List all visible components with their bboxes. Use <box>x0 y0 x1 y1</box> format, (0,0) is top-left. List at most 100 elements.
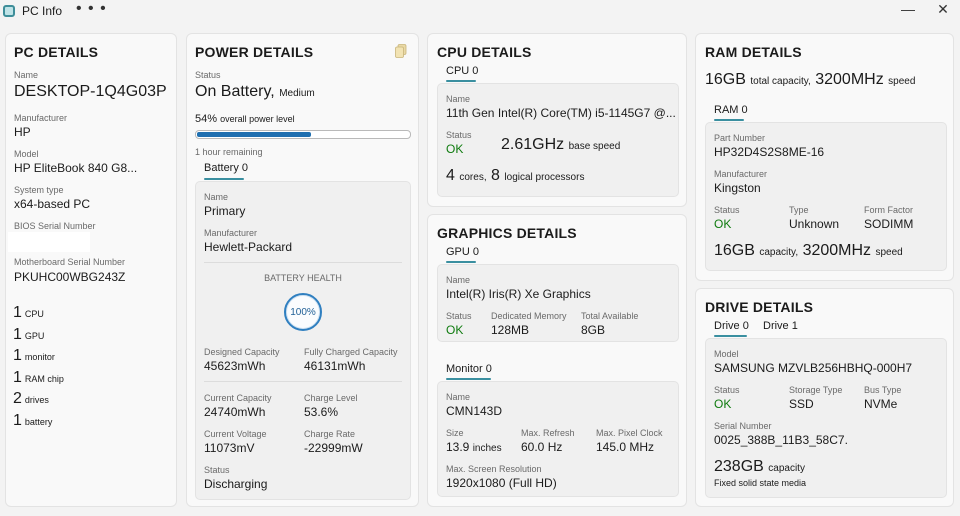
graphics-details-panel: GRAPHICS DETAILS GPU 0 Name Intel(R) Iri… <box>427 214 687 507</box>
count-gpu: 1 GPU <box>13 326 45 343</box>
monitor-resolution-label: Max. Screen Resolution <box>446 464 542 474</box>
monitor-name-value: CMN143D <box>446 404 503 418</box>
monitor-card: Name CMN143D Size 13.9 inches Max. Refre… <box>437 381 679 497</box>
cpu-cores: 4 cores, 8 logical processors <box>446 167 585 184</box>
app-title: PC Info <box>22 4 63 18</box>
drive-serial-value: 0025_388B_11B3_58C7. <box>714 433 848 447</box>
tab-ram-0-indicator <box>714 119 744 121</box>
gpu-name-label: Name <box>446 275 471 285</box>
power-details-title: POWER DETAILS <box>195 44 314 60</box>
battery-manufacturer-label: Manufacturer <box>204 228 258 238</box>
tab-monitor-0-indicator <box>446 378 491 380</box>
tab-drive-0-indicator <box>714 335 747 337</box>
power-progress-fill <box>197 132 311 137</box>
tab-cpu-0[interactable]: CPU 0 <box>446 65 478 77</box>
ram-form-label: Form Factor <box>864 205 914 215</box>
current-capacity-label: Current Capacity <box>204 393 272 403</box>
current-voltage-label: Current Voltage <box>204 429 267 439</box>
tab-drive-1[interactable]: Drive 1 <box>763 320 798 332</box>
power-percent: 54% overall power level <box>195 113 295 125</box>
copy-icon[interactable] <box>395 44 407 58</box>
pc-manufacturer-label: Manufacturer <box>14 113 68 123</box>
charge-level-label: Charge Level <box>304 393 358 403</box>
drive-storage-value: SSD <box>789 397 814 411</box>
cpu-details-title: CPU DETAILS <box>437 44 532 60</box>
ram-form-value: SODIMM <box>864 217 914 231</box>
tab-drive-0[interactable]: Drive 0 <box>714 320 749 332</box>
motherboard-serial-value: PKUHC00WBG243Z <box>14 270 126 284</box>
cpu-card: Name 11th Gen Intel(R) Core(TM) i5-1145G… <box>437 83 679 197</box>
drive-capacity: 238GB capacity <box>714 458 805 475</box>
pc-name-label: Name <box>14 70 39 80</box>
designed-capacity-label: Designed Capacity <box>204 347 280 357</box>
drive-bus-label: Bus Type <box>864 385 902 395</box>
ram-part-value: HP32D4S2S8ME-16 <box>714 145 825 159</box>
ram-chip-summary: 16GB capacity, 3200MHz speed <box>714 242 903 259</box>
pc-manufacturer-value: HP <box>14 125 31 139</box>
motherboard-serial-label: Motherboard Serial Number <box>14 257 126 267</box>
power-details-panel: POWER DETAILS Status On Battery, Medium … <box>186 33 419 507</box>
tab-monitor-0[interactable]: Monitor 0 <box>446 363 492 375</box>
monitor-clock-label: Max. Pixel Clock <box>596 428 663 438</box>
drive-bus-value: NVMe <box>864 397 898 411</box>
tab-gpu-0[interactable]: GPU 0 <box>446 246 479 258</box>
power-status: On Battery, Medium <box>195 83 315 100</box>
cpu-status-value: OK <box>446 142 464 156</box>
graphics-details-title: GRAPHICS DETAILS <box>437 225 577 241</box>
battery-health-label: BATTERY HEALTH <box>264 273 342 283</box>
monitor-clock-value: 145.0 MHz <box>596 440 655 454</box>
tab-ram-0[interactable]: RAM 0 <box>714 104 748 116</box>
monitor-size-value: 13.9 inches <box>446 440 502 454</box>
ram-status-label: Status <box>714 205 740 215</box>
battery-status-label: Status <box>204 465 230 475</box>
drive-model-value: SAMSUNG MZVLB256HBHQ-000H7 <box>714 361 913 375</box>
battery-name-label: Name <box>204 192 229 202</box>
ram-type-value: Unknown <box>789 217 840 231</box>
ram-manufacturer-label: Manufacturer <box>714 169 768 179</box>
cpu-status-label: Status <box>446 130 472 140</box>
tab-battery-0-indicator <box>204 178 244 180</box>
battery-manufacturer-value: Hewlett-Packard <box>204 240 293 254</box>
battery-card: Name Primary Manufacturer Hewlett-Packar… <box>195 181 411 500</box>
close-button[interactable]: ✕ <box>936 1 950 18</box>
current-voltage-value: 11073mV <box>204 441 255 455</box>
tab-battery-0[interactable]: Battery 0 <box>204 162 248 174</box>
drive-card: Model SAMSUNG MZVLB256HBHQ-000H7 Status … <box>705 338 947 498</box>
full-capacity-value: 46131mWh <box>304 359 366 373</box>
monitor-refresh-value: 60.0 Hz <box>521 440 563 454</box>
gpu-name-value: Intel(R) Iris(R) Xe Graphics <box>446 287 591 301</box>
cpu-name-label: Name <box>446 94 471 104</box>
title-bar: PC Info • • • — ✕ <box>0 0 960 24</box>
ram-type-label: Type <box>789 205 809 215</box>
bios-serial-redacted <box>8 232 90 252</box>
drive-serial-label: Serial Number <box>714 421 772 431</box>
count-ram-chip: 1 RAM chip <box>13 369 64 386</box>
pc-model-label: Model <box>14 149 39 159</box>
pc-model-value: HP EliteBook 840 G8... <box>14 161 138 175</box>
monitor-refresh-label: Max. Refresh <box>521 428 575 438</box>
pc-system-type-label: System type <box>14 185 64 195</box>
power-progress-bar <box>195 130 411 139</box>
drive-status-value: OK <box>714 397 732 411</box>
count-battery: 1 battery <box>13 412 53 429</box>
more-options-icon[interactable]: • • • <box>76 0 107 18</box>
gpu-card: Name Intel(R) Iris(R) Xe Graphics Status… <box>437 264 679 342</box>
count-monitor: 1 monitor <box>13 347 55 364</box>
monitor-name-label: Name <box>446 392 471 402</box>
ram-summary: 16GB total capacity, 3200MHz speed <box>705 71 916 88</box>
drive-details-panel: DRIVE DETAILS Drive 0 Drive 1 Model SAMS… <box>695 288 954 507</box>
battery-divider-1 <box>204 262 402 263</box>
battery-divider-2 <box>204 381 402 382</box>
cpu-speed: 2.61GHz base speed <box>501 136 621 153</box>
time-remaining: 1 hour remaining <box>195 147 263 157</box>
minimize-button[interactable]: — <box>901 1 915 17</box>
pc-details-title: PC DETAILS <box>14 44 99 60</box>
bios-serial-label: BIOS Serial Number <box>14 221 96 231</box>
drive-media-type: Fixed solid state media <box>714 478 807 488</box>
battery-health-gauge: 100% <box>284 293 322 331</box>
gpu-status-value: OK <box>446 323 464 337</box>
monitor-resolution-value: 1920x1080 (Full HD) <box>446 476 557 490</box>
charge-rate-label: Charge Rate <box>304 429 356 439</box>
gpu-total-label: Total Available <box>581 311 639 321</box>
pc-name-value: DESKTOP-1Q4G03P <box>14 83 167 100</box>
